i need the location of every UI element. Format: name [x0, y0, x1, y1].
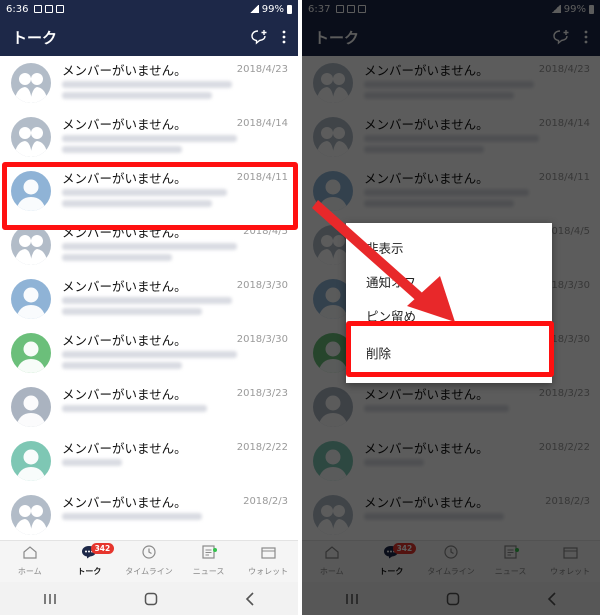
- annotation-arrow: [312, 200, 455, 322]
